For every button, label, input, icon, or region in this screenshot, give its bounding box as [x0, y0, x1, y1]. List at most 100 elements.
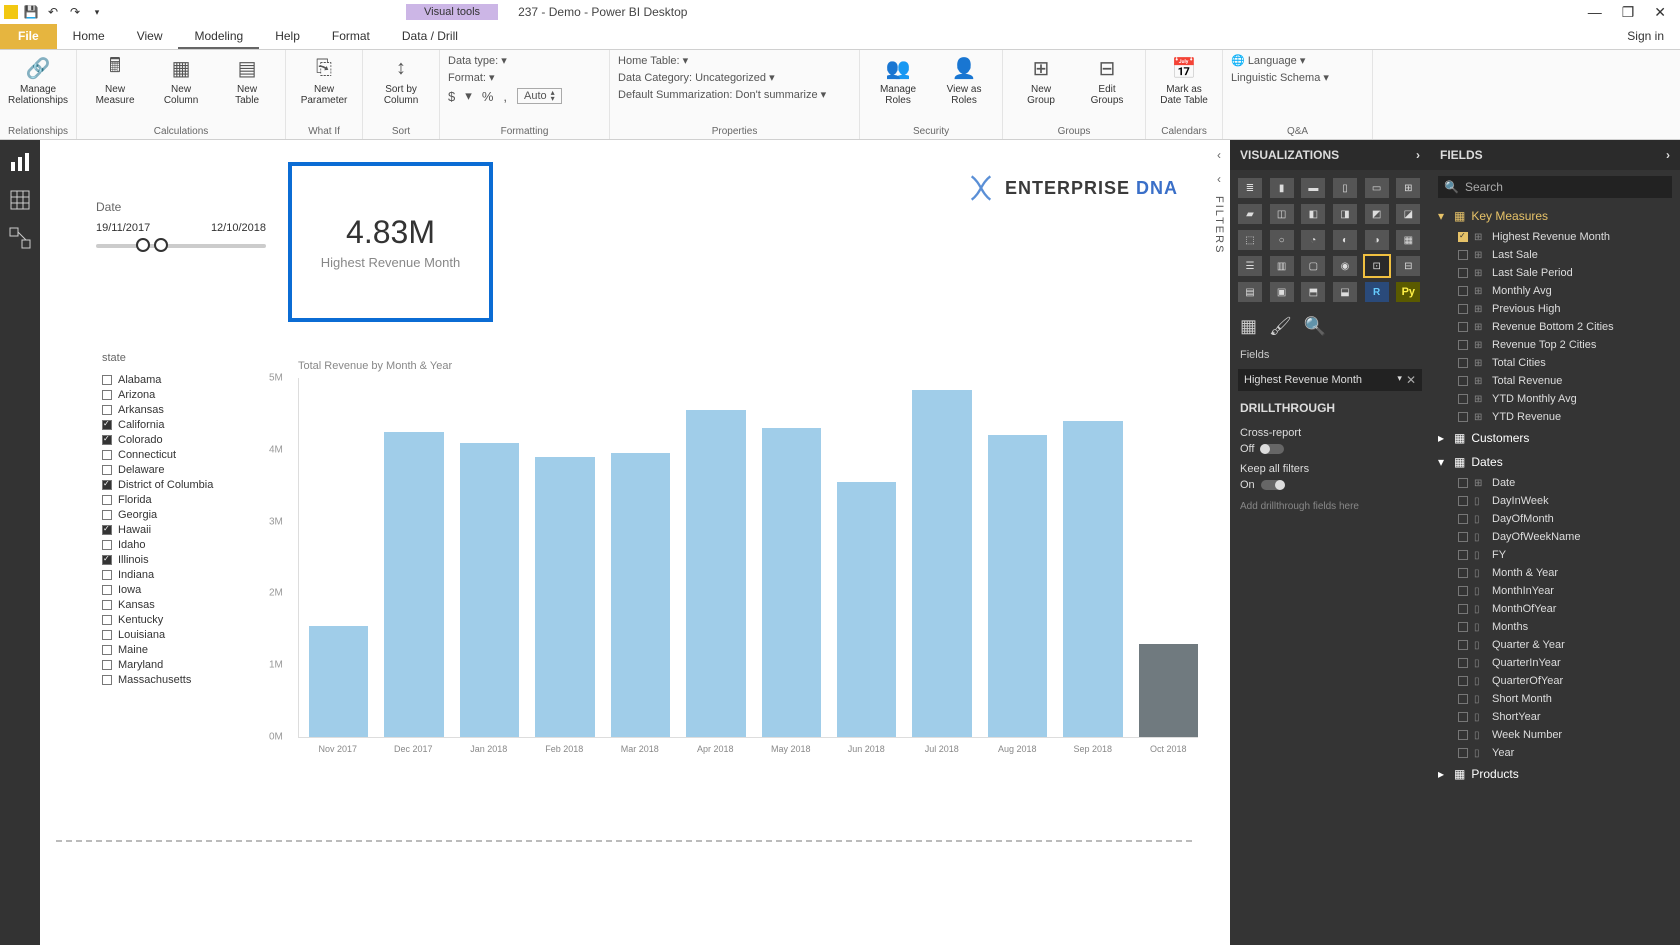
viz-type-icon[interactable]: ◫: [1270, 204, 1294, 224]
data-category-label[interactable]: Data Category: Uncategorized: [618, 72, 766, 84]
state-item[interactable]: Idaho: [102, 537, 272, 552]
field-item[interactable]: ⊞Total Cities: [1430, 354, 1680, 372]
drillthrough-placeholder[interactable]: Add drillthrough fields here: [1230, 495, 1430, 518]
slider-handle-start[interactable]: [136, 238, 150, 252]
checkbox-icon[interactable]: [1458, 730, 1468, 740]
state-item[interactable]: Maryland: [102, 657, 272, 672]
field-item[interactable]: ⊞Revenue Bottom 2 Cities: [1430, 318, 1680, 336]
checkbox-icon[interactable]: [102, 465, 112, 475]
viz-type-icon[interactable]: ▬: [1301, 178, 1325, 198]
viz-type-icon[interactable]: ◉: [1333, 256, 1357, 276]
chevron-right-icon[interactable]: ▸: [1438, 767, 1448, 781]
chart-bar[interactable]: [611, 453, 670, 737]
checkbox-icon[interactable]: [1458, 304, 1468, 314]
checkbox-icon[interactable]: [102, 555, 112, 565]
chart-bar[interactable]: [686, 410, 745, 737]
field-item[interactable]: ▯Month & Year: [1430, 564, 1680, 582]
state-item[interactable]: Georgia: [102, 507, 272, 522]
viz-type-icon[interactable]: ◧: [1301, 204, 1325, 224]
new-column-button[interactable]: ▦New Column: [151, 54, 211, 106]
viz-type-icon[interactable]: ○: [1270, 230, 1294, 250]
new-table-button[interactable]: ▤New Table: [217, 54, 277, 106]
field-item[interactable]: ▯MonthOfYear: [1430, 600, 1680, 618]
manage-roles-button[interactable]: 👥Manage Roles: [868, 54, 928, 106]
field-item[interactable]: ▯DayInWeek: [1430, 492, 1680, 510]
checkbox-icon[interactable]: [1458, 322, 1468, 332]
state-item[interactable]: Maine: [102, 642, 272, 657]
state-item[interactable]: Arizona: [102, 387, 272, 402]
comma-button[interactable]: ,: [503, 89, 507, 104]
checkbox-icon[interactable]: [1458, 550, 1468, 560]
chart-bar[interactable]: [460, 443, 519, 737]
new-measure-button[interactable]: 🖩New Measure: [85, 54, 145, 106]
checkbox-icon[interactable]: [102, 495, 112, 505]
chevron-right-icon[interactable]: ▸: [1438, 431, 1448, 445]
tab-data-drill[interactable]: Data / Drill: [386, 24, 474, 49]
tab-modeling[interactable]: Modeling: [178, 24, 259, 49]
checkbox-icon[interactable]: [1458, 340, 1468, 350]
tab-home[interactable]: Home: [57, 24, 121, 49]
chevron-left-icon[interactable]: ‹: [1217, 172, 1221, 186]
field-item[interactable]: ▯QuarterOfYear: [1430, 672, 1680, 690]
checkbox-icon[interactable]: [1458, 694, 1468, 704]
field-item[interactable]: ▯Year: [1430, 744, 1680, 762]
field-item[interactable]: ⊞Previous High: [1430, 300, 1680, 318]
viz-type-icon[interactable]: ⬓: [1333, 282, 1357, 302]
state-item[interactable]: Connecticut: [102, 447, 272, 462]
field-item[interactable]: ⊞Date: [1430, 474, 1680, 492]
checkbox-icon[interactable]: [1458, 640, 1468, 650]
mark-date-table-button[interactable]: 📅Mark as Date Table: [1154, 54, 1214, 106]
state-item[interactable]: Louisiana: [102, 627, 272, 642]
field-item[interactable]: ⊞Highest Revenue Month: [1430, 228, 1680, 246]
field-item[interactable]: ▯DayOfMonth: [1430, 510, 1680, 528]
state-item[interactable]: Illinois: [102, 552, 272, 567]
field-item[interactable]: ▯Short Month: [1430, 690, 1680, 708]
tab-help[interactable]: Help: [259, 24, 316, 49]
sign-in-link[interactable]: Sign in: [1611, 24, 1680, 49]
report-canvas[interactable]: Date 19/11/2017 12/10/2018 4.83M Highest…: [40, 140, 1208, 945]
viz-type-icon[interactable]: ☰: [1238, 256, 1262, 276]
viz-type-icon[interactable]: ≣: [1238, 178, 1262, 198]
field-item[interactable]: ⊞YTD Revenue: [1430, 408, 1680, 426]
data-view-icon[interactable]: [8, 188, 32, 212]
viz-type-icon[interactable]: ▦: [1396, 230, 1420, 250]
date-start-value[interactable]: 19/11/2017: [96, 222, 150, 234]
table-header[interactable]: ▸▦Products: [1430, 762, 1680, 786]
checkbox-icon[interactable]: [1458, 268, 1468, 278]
checkbox-icon[interactable]: [1458, 376, 1468, 386]
viz-type-icon[interactable]: ⬒: [1301, 282, 1325, 302]
checkbox-icon[interactable]: [102, 450, 112, 460]
state-item[interactable]: Indiana: [102, 567, 272, 582]
bar-chart[interactable]: Total Revenue by Month & Year 0M1M2M3M4M…: [298, 360, 1198, 780]
viz-type-icon[interactable]: Py: [1396, 282, 1420, 302]
checkbox-icon[interactable]: [1458, 394, 1468, 404]
checkbox-icon[interactable]: [102, 675, 112, 685]
checkbox-icon[interactable]: [1458, 514, 1468, 524]
new-parameter-button[interactable]: ⎘New Parameter: [294, 54, 354, 106]
checkbox-icon[interactable]: [1458, 478, 1468, 488]
filters-pane-collapsed[interactable]: ‹ ‹ FILTERS: [1208, 140, 1230, 945]
date-end-value[interactable]: 12/10/2018: [211, 222, 266, 234]
state-item[interactable]: Alabama: [102, 372, 272, 387]
field-well-item[interactable]: Highest Revenue Month ▾✕: [1238, 369, 1422, 391]
field-item[interactable]: ⊞Last Sale: [1430, 246, 1680, 264]
checkbox-icon[interactable]: [1458, 622, 1468, 632]
currency-button[interactable]: $: [448, 89, 455, 104]
field-item[interactable]: ⊞Total Revenue: [1430, 372, 1680, 390]
chart-bar[interactable]: [912, 390, 971, 737]
chevron-down-icon[interactable]: ▾: [1438, 209, 1448, 223]
checkbox-icon[interactable]: [1458, 586, 1468, 596]
viz-type-icon[interactable]: ◔: [1301, 230, 1325, 250]
viz-type-icon[interactable]: ◑: [1365, 230, 1389, 250]
checkbox-icon[interactable]: [1458, 232, 1468, 242]
manage-relationships-button[interactable]: 🔗Manage Relationships: [8, 54, 68, 106]
table-header[interactable]: ▸▦Customers: [1430, 426, 1680, 450]
linguistic-schema-label[interactable]: Linguistic Schema: [1231, 72, 1320, 84]
language-label[interactable]: Language: [1248, 55, 1297, 67]
viz-type-icon[interactable]: ▯: [1333, 178, 1357, 198]
table-header[interactable]: ▾▦Dates: [1430, 450, 1680, 474]
state-item[interactable]: Arkansas: [102, 402, 272, 417]
card-visual[interactable]: 4.83M Highest Revenue Month: [288, 162, 493, 322]
state-item[interactable]: Colorado: [102, 432, 272, 447]
checkbox-icon[interactable]: [102, 600, 112, 610]
